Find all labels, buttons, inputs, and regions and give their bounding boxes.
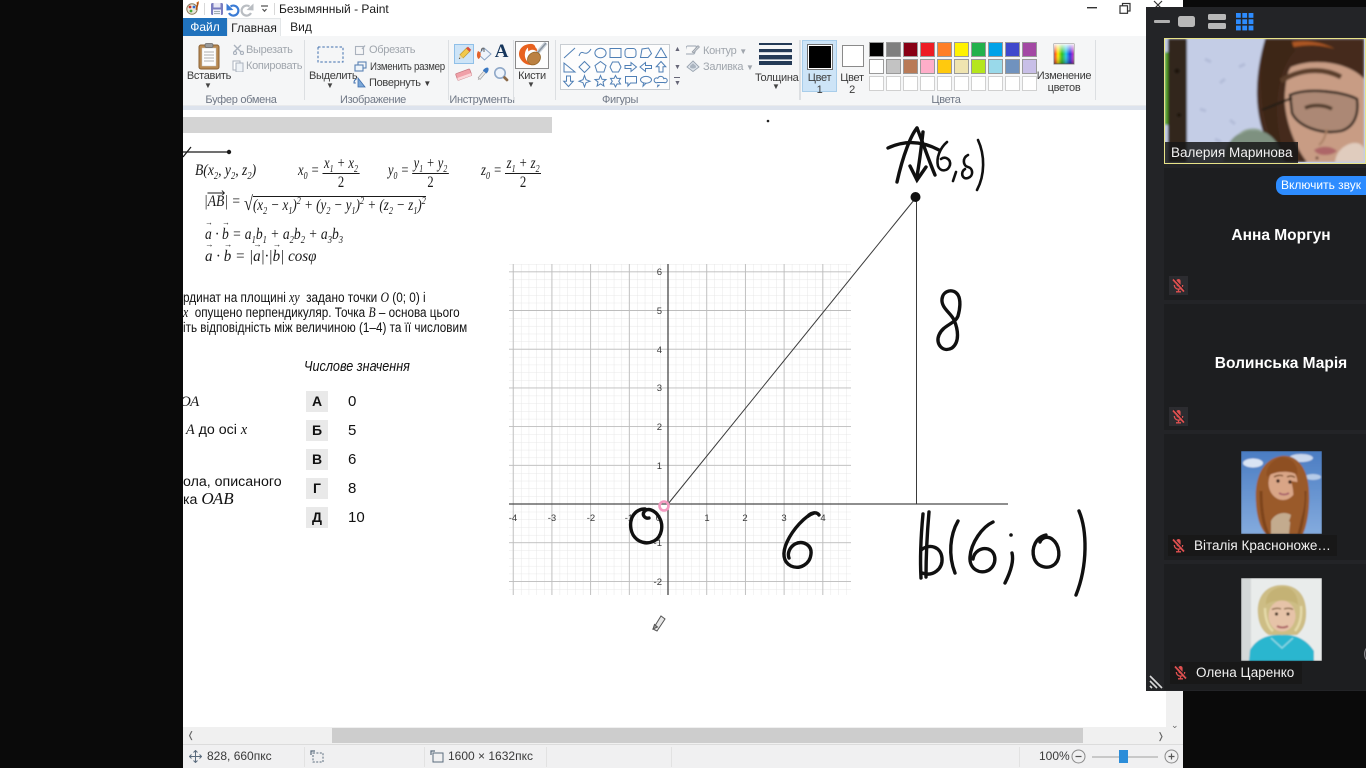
svg-text:-4: -4 bbox=[509, 513, 517, 524]
svg-text:-3: -3 bbox=[548, 513, 556, 524]
svg-text:6: 6 bbox=[657, 267, 662, 278]
svg-text:3: 3 bbox=[657, 383, 662, 394]
svg-text:-2: -2 bbox=[654, 577, 662, 588]
svg-text:5: 5 bbox=[657, 306, 662, 317]
svg-text:-2: -2 bbox=[587, 513, 595, 524]
svg-text:2: 2 bbox=[742, 513, 747, 524]
svg-text:3: 3 bbox=[781, 513, 786, 524]
svg-text:1: 1 bbox=[704, 513, 709, 524]
svg-text:4: 4 bbox=[657, 345, 662, 356]
svg-text:1: 1 bbox=[657, 461, 662, 472]
svg-text:2: 2 bbox=[657, 422, 662, 433]
svg-text:4: 4 bbox=[820, 513, 825, 524]
